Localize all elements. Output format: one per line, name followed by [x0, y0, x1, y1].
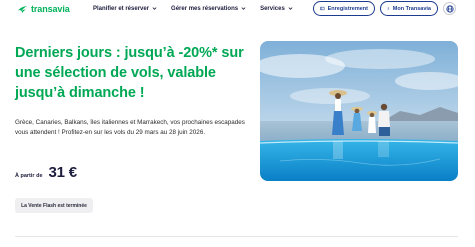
menu-manage-bookings-label: Gérer mes réservations — [171, 5, 239, 12]
user-icon — [387, 7, 390, 10]
main-menu: Planifier et réserver Gérer mes réservat… — [93, 3, 307, 14]
chevron-down-icon — [152, 7, 157, 10]
check-in-label: Enregistrement — [327, 5, 368, 12]
language-selector[interactable] — [443, 2, 456, 15]
transavia-logo[interactable]: transavia — [17, 3, 70, 15]
my-account-button[interactable]: Mon Transavia — [380, 1, 438, 16]
menu-plan-and-book-label: Planifier et réserver — [93, 5, 150, 12]
globe-icon — [445, 4, 454, 13]
promo-description: Grèce, Canaries, Balkans, îles italienne… — [15, 119, 245, 136]
hero-image-family-infinity-pool — [260, 41, 458, 181]
menu-manage-bookings[interactable]: Gérer mes réservations — [171, 3, 246, 14]
check-in-button[interactable]: Enregistrement — [313, 1, 375, 16]
transavia-logo-icon — [18, 5, 27, 13]
brand-name: transavia — [31, 4, 70, 14]
menu-plan-and-book[interactable]: Planifier et réserver — [93, 3, 157, 14]
my-account-label: Mon Transavia — [392, 5, 431, 12]
top-navigation: transavia Planifier et réserver Gérer me… — [0, 0, 475, 18]
chevron-down-icon — [241, 7, 246, 10]
menu-services-label: Services — [260, 5, 285, 12]
price-prefix: À partir de — [15, 173, 43, 179]
menu-services[interactable]: Services — [260, 3, 293, 14]
flash-sale-status-badge: La Vente Flash est terminée — [15, 198, 93, 213]
price-block: À partir de 31 € — [15, 164, 77, 181]
price-value: 31 € — [48, 164, 78, 181]
section-divider — [15, 236, 458, 237]
promo-headline: Derniers jours : jusqu’à -20%* sur une s… — [15, 45, 244, 101]
boarding-pass-icon — [320, 6, 325, 11]
chevron-down-icon — [288, 7, 293, 10]
